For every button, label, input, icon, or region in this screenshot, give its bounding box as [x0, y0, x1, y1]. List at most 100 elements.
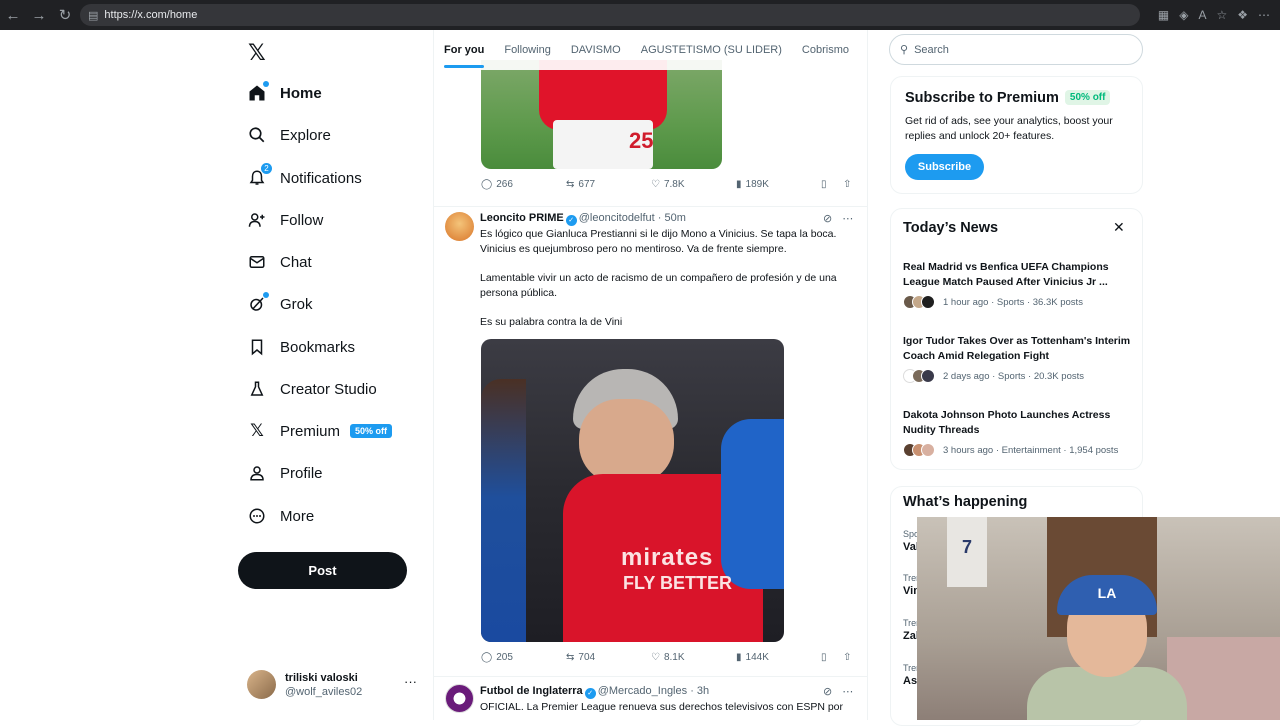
- forward-icon[interactable]: →: [26, 0, 52, 30]
- address-bar[interactable]: ▤ https://x.com/home: [80, 4, 1140, 26]
- verified-icon: ✓: [565, 215, 577, 226]
- nav-profile[interactable]: Profile: [246, 458, 323, 488]
- share-button[interactable]: ⇧: [843, 179, 851, 190]
- nav-premium[interactable]: 𝕏 Premium 50% off: [246, 416, 393, 446]
- todays-news-card: Today’s News ✕ Real Madrid vs Benfica UE…: [890, 208, 1143, 470]
- tab-following[interactable]: Following: [494, 30, 560, 70]
- more-circle-icon: [246, 505, 268, 527]
- retweet-icon: ⇆: [566, 179, 575, 190]
- like-button[interactable]: ♡ 7.8K: [651, 179, 685, 190]
- nav-bookmarks[interactable]: Bookmarks: [246, 332, 355, 362]
- tweet-image[interactable]: 25: [481, 60, 722, 169]
- view-count: 144K: [745, 652, 769, 663]
- news-meta: 3 hours ago · Entertainment · 1,954 post…: [903, 442, 1133, 458]
- image-player-face: [579, 399, 674, 484]
- nav-notifications[interactable]: 2 Notifications: [246, 163, 362, 193]
- grok-icon[interactable]: ⊘: [823, 685, 832, 698]
- reload-icon[interactable]: ↻: [52, 0, 78, 30]
- news-meta-text: 2 days ago · Sports · 20.3K posts: [943, 370, 1084, 382]
- author-handle[interactable]: @leoncitodelfut: [579, 212, 655, 224]
- account-switcher[interactable]: triliski valoski @wolf_aviles02 ···: [247, 670, 427, 700]
- like-button[interactable]: ♡ 8.1K: [651, 652, 685, 663]
- search-input[interactable]: ⚲ Search: [889, 34, 1143, 65]
- share-icon: ⇧: [843, 652, 852, 663]
- nav-follow[interactable]: Follow: [246, 205, 323, 235]
- nav-grok[interactable]: Grok: [246, 289, 313, 319]
- views-button[interactable]: ▮ 189K: [736, 179, 769, 190]
- nav-creator-studio[interactable]: Creator Studio: [246, 374, 377, 404]
- nav-bookmarks-label: Bookmarks: [280, 338, 356, 356]
- post-button[interactable]: Post: [238, 552, 407, 589]
- person-icon: [246, 462, 268, 484]
- tweet-image[interactable]: mirates FLY BETTER: [481, 339, 784, 642]
- cap-logo: LA: [1097, 585, 1117, 601]
- reply-icon: ◯: [481, 179, 493, 190]
- bookmark-button[interactable]: ▯: [821, 652, 827, 663]
- url-text: https://x.com/home: [104, 9, 198, 21]
- tab-for-you[interactable]: For you: [434, 30, 494, 70]
- retweet-count: 704: [578, 652, 596, 663]
- avatar: [247, 670, 276, 699]
- views-button[interactable]: ▮ 144K: [736, 652, 769, 663]
- tweet-time[interactable]: · 50m: [658, 212, 686, 224]
- verified-icon: ✓: [584, 688, 596, 699]
- tweet-text: Lamentable vivir un acto de racismo de u…: [480, 272, 837, 299]
- more-dots-icon[interactable]: ⋯: [842, 212, 853, 225]
- tab-cobrismo[interactable]: Cobrismo: [792, 30, 859, 70]
- image-right-player: [721, 419, 784, 589]
- reply-button[interactable]: ◯ 205: [481, 652, 513, 663]
- image-sponsor-text: FLY BETTER: [623, 573, 733, 593]
- back-icon[interactable]: ←: [0, 0, 26, 30]
- site-info-icon[interactable]: ▤: [88, 9, 98, 22]
- follow-icon: [246, 209, 268, 231]
- tweet-tools: ⊘ ⋯: [823, 212, 853, 225]
- author-name[interactable]: Leoncito PRIME: [480, 212, 564, 224]
- close-icon[interactable]: ✕: [1113, 219, 1125, 236]
- tweet-text: OFICIAL. La Premier League renueva sus d…: [480, 701, 844, 713]
- tweet-actions: ◯ 266 ⇆ 677 ♡ 7.8K ▮ 189K ▯ ⇧: [481, 179, 861, 195]
- extensions-icon[interactable]: ❖: [1237, 8, 1248, 22]
- reply-count: 266: [496, 179, 513, 190]
- grok-icon[interactable]: ⊘: [823, 212, 832, 225]
- view-count: 189K: [745, 179, 769, 190]
- image-sponsor-text: mirates: [621, 544, 714, 571]
- nav-home[interactable]: Home: [246, 78, 322, 108]
- news-item[interactable]: Igor Tudor Takes Over as Tottenham's Int…: [903, 334, 1133, 384]
- nav-chat[interactable]: Chat: [246, 247, 312, 277]
- settings-icon[interactable]: ⋯: [1258, 8, 1270, 22]
- browser-actions: ▦ ◈ A ☆ ❖ ⋯: [1158, 0, 1270, 30]
- account-handle: @wolf_aviles02: [285, 686, 363, 698]
- news-meta-text: 3 hours ago · Entertainment · 1,954 post…: [943, 444, 1119, 456]
- x-logo-icon[interactable]: 𝕏: [248, 40, 266, 66]
- avatar-stack: [903, 443, 939, 457]
- author-name[interactable]: Futbol de Inglaterra: [480, 685, 583, 697]
- avatar[interactable]: [445, 212, 474, 241]
- news-item[interactable]: Dakota Johnson Photo Launches Actress Nu…: [903, 408, 1133, 458]
- apps-icon[interactable]: ▦: [1158, 8, 1169, 22]
- news-item[interactable]: Real Madrid vs Benfica UEFA Champions Le…: [903, 260, 1133, 310]
- nav-explore[interactable]: Explore: [246, 120, 331, 150]
- retweet-button[interactable]: ⇆ 677: [566, 179, 595, 190]
- read-aloud-icon[interactable]: A: [1198, 8, 1206, 22]
- favorite-icon[interactable]: ☆: [1216, 8, 1227, 22]
- nav-more[interactable]: More: [246, 501, 314, 531]
- share-icon: ⇧: [843, 179, 852, 190]
- more-dots-icon[interactable]: ⋯: [842, 685, 853, 698]
- avatar[interactable]: [445, 684, 474, 713]
- bookmark-button[interactable]: ▯: [821, 179, 827, 190]
- tab-davismo[interactable]: DAVISMO: [561, 30, 631, 70]
- tab-agustetismo[interactable]: AGUSTETISMO (SU LIDER): [631, 30, 792, 70]
- reply-button[interactable]: ◯ 266: [481, 179, 513, 190]
- nav-premium-label: Premium: [280, 422, 341, 440]
- translate-icon[interactable]: ◈: [1179, 8, 1188, 22]
- subscribe-button[interactable]: Subscribe: [905, 154, 984, 180]
- more-dots-icon[interactable]: ···: [404, 674, 417, 689]
- nav-home-label: Home: [280, 84, 322, 102]
- nav-explore-label: Explore: [280, 126, 331, 144]
- share-button[interactable]: ⇧: [843, 652, 851, 663]
- retweet-button[interactable]: ⇆ 704: [566, 652, 595, 663]
- author-handle[interactable]: @Mercado_Ingles: [598, 685, 687, 697]
- tweet-divider: [434, 676, 867, 677]
- tweet-time[interactable]: · 3h: [690, 685, 709, 697]
- image-left-player: [481, 379, 526, 642]
